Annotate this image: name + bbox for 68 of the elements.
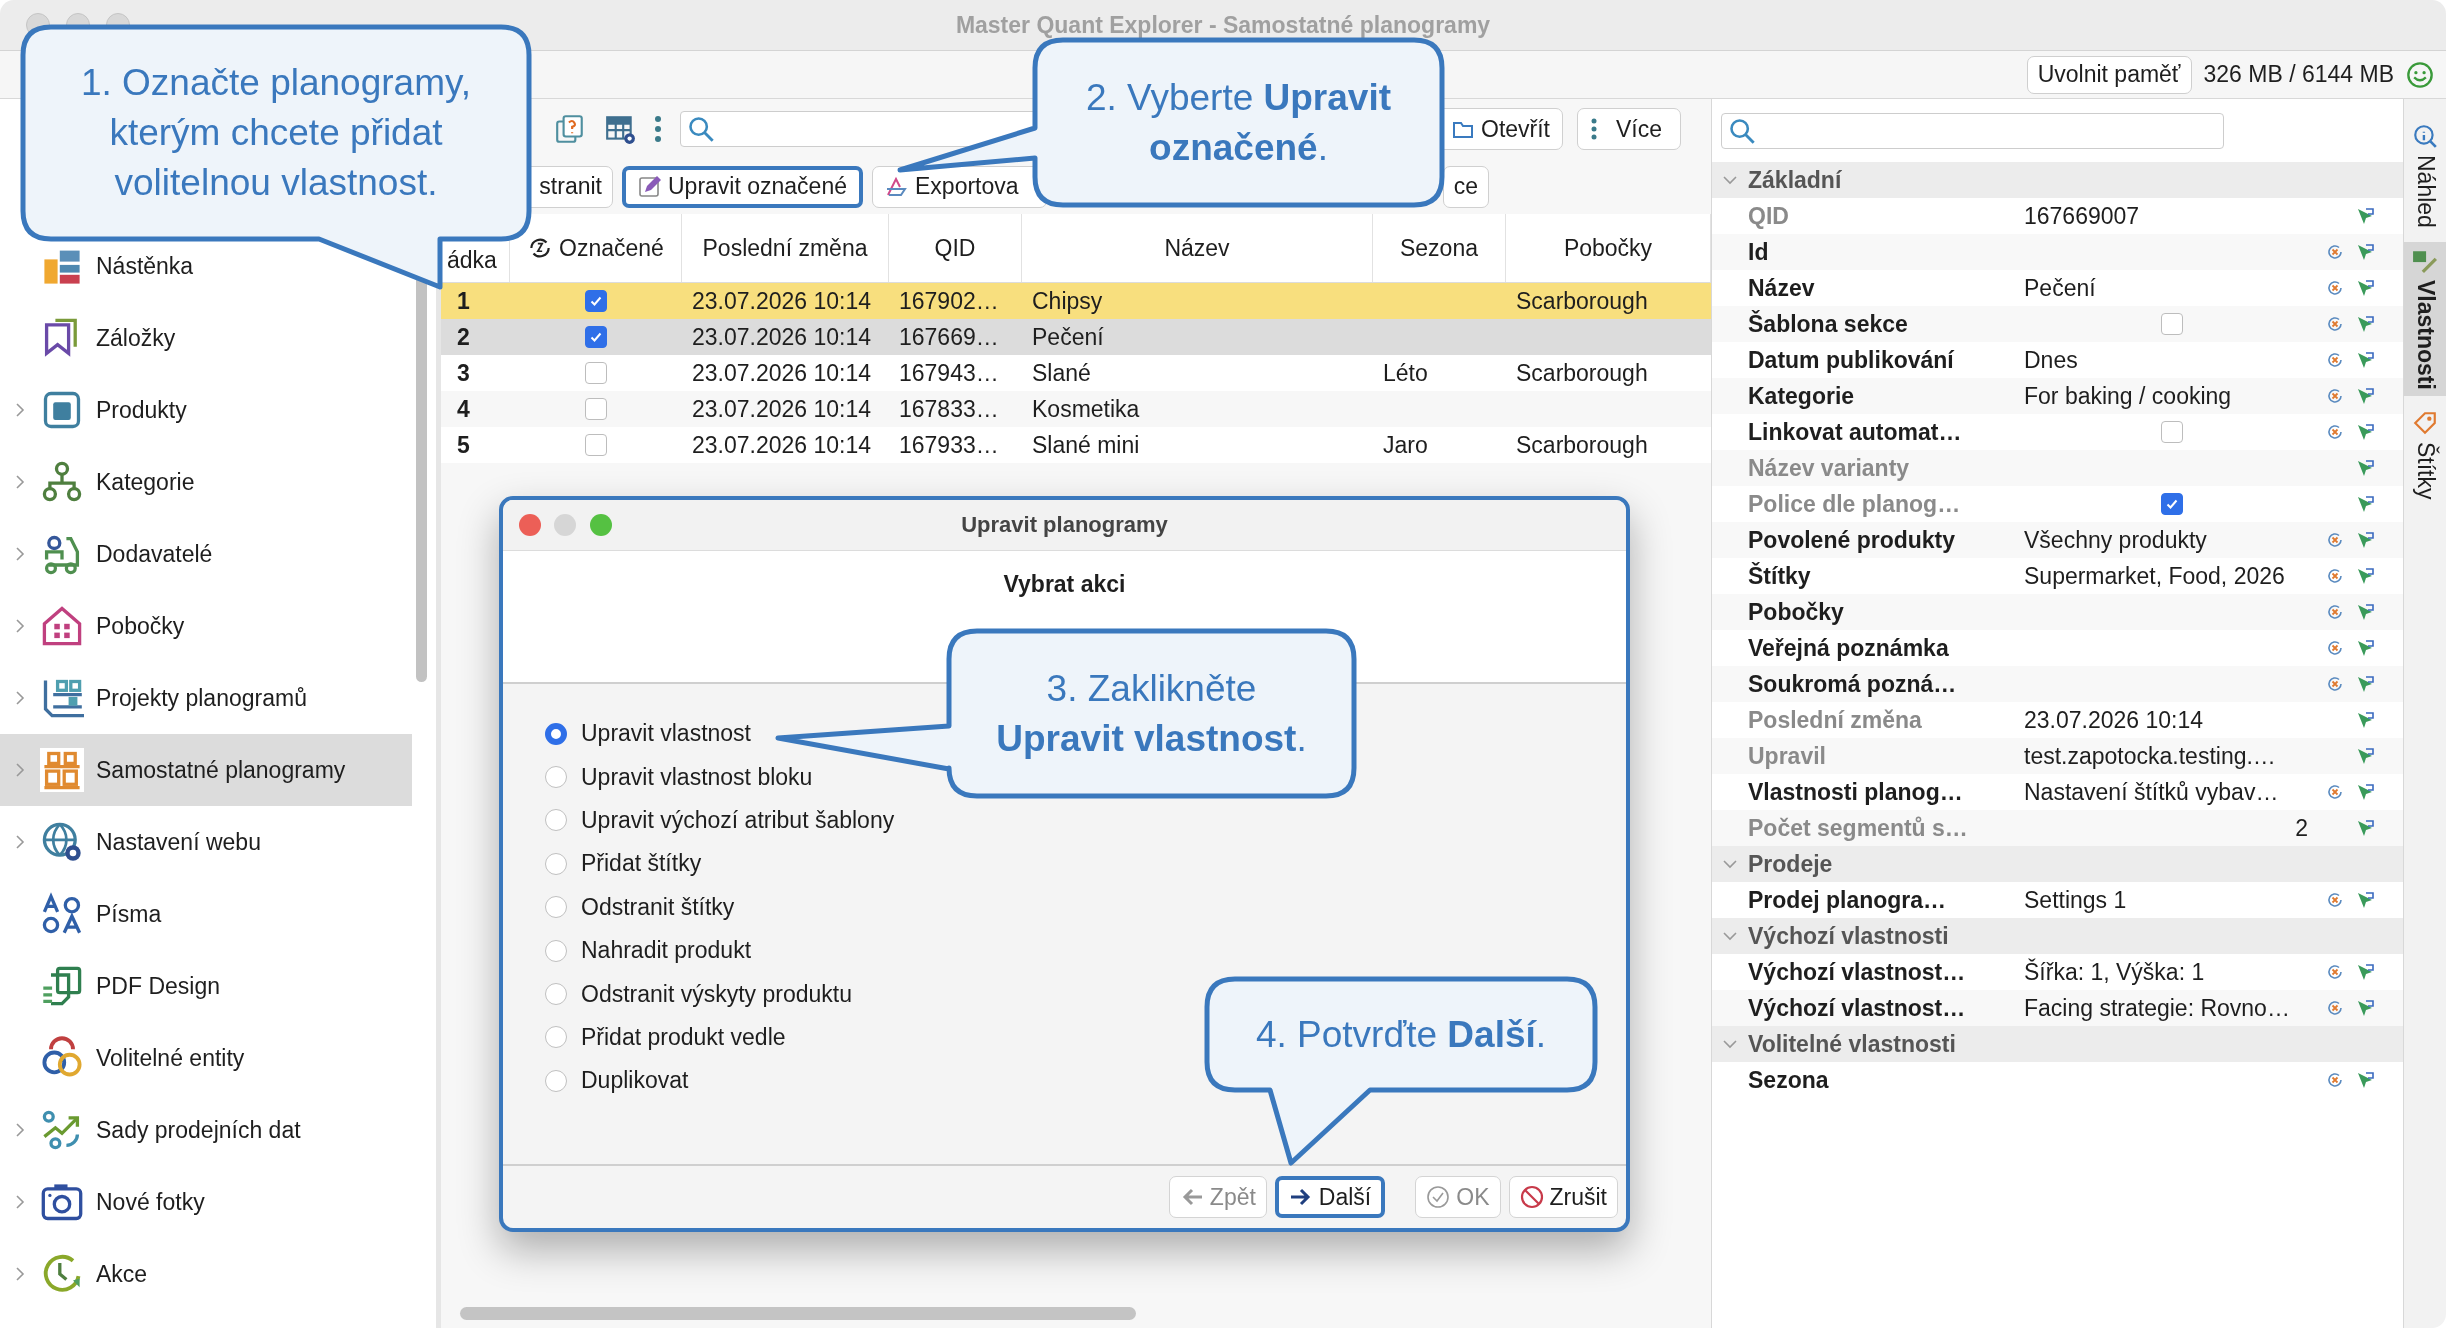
property-label: Výchozí vlastnost…: [1748, 958, 1967, 986]
property-label: Výchozí vlastnost…: [1748, 994, 1967, 1022]
property-label: Název: [1748, 274, 1816, 302]
callout-text: 1. Označte planogramy, kterým chcete přidat volitelnou vlastnost.: [79, 61, 473, 205]
table-cell: Slané mini: [1032, 431, 1140, 459]
table-cell: Léto: [1383, 359, 1428, 387]
dialog-heading: Vybrat akci: [1003, 571, 1126, 599]
row-number: 2: [457, 323, 470, 351]
property-label: Veřejná poznámka: [1748, 634, 1950, 662]
window-title: Master Quant Explorer - Samostatné planogramy: [955, 11, 1491, 39]
table-cell: 167902…: [899, 287, 999, 315]
property-value: For baking / cooking: [2024, 382, 2232, 410]
table-cell: 167943…: [899, 359, 999, 387]
property-label: QID: [1748, 202, 1790, 230]
row-number: 4: [457, 395, 470, 423]
property-label: Linkovat automat…: [1748, 418, 1963, 446]
table-cell: 23.07.2026 10:14: [692, 431, 872, 459]
table-cell: Pečení: [1032, 323, 1104, 351]
property-label: Soukromá pozná…: [1748, 670, 1958, 698]
property-label: Datum publikování: [1748, 346, 1956, 374]
table-cell: 23.07.2026 10:14: [692, 359, 872, 387]
table-cell: 167833…: [899, 395, 999, 423]
callout-text: 3. Zaklikněte Upravit vlastnost.: [995, 666, 1308, 761]
property-value: 23.07.2026 10:14: [2024, 706, 2204, 734]
table-cell: 23.07.2026 10:14: [692, 287, 872, 315]
table-cell: 23.07.2026 10:14: [692, 395, 872, 423]
property-label: Poslední změna: [1748, 706, 1923, 734]
row-number: 1: [457, 287, 470, 315]
property-label: Štítky: [1748, 562, 1812, 590]
property-value: Settings 1: [2024, 886, 2127, 914]
dialog-title: Upravit planogramy: [961, 512, 1168, 538]
property-label: Vlastnosti planog…: [1748, 778, 1964, 806]
property-value: Facing strategie: Rovno…: [2024, 994, 2290, 1022]
property-label: Sezona: [1748, 1066, 1830, 1094]
callout-text: 2. Vyberte Upravit označené.: [1084, 75, 1392, 170]
property-label: Název varianty: [1748, 454, 1911, 482]
table-cell: Scarborough: [1516, 359, 1648, 387]
property-label: Počet segmentů s…: [1748, 814, 1969, 842]
property-value: 2: [2295, 814, 2309, 842]
property-label: Povolené produkty: [1748, 526, 1957, 554]
memory-usage: 326 MB / 6144 MB: [2203, 61, 2394, 88]
property-value: test.zapotocka.testing.…: [2024, 742, 2276, 770]
property-label: Upravil: [1748, 742, 1827, 770]
row-number: 5: [457, 431, 470, 459]
table-cell: Chipsy: [1032, 287, 1103, 315]
table-cell: Jaro: [1383, 431, 1428, 459]
table-cell: 23.07.2026 10:14: [692, 323, 872, 351]
property-label: Id: [1748, 238, 1770, 266]
property-label: Pobočky: [1748, 598, 1845, 626]
property-value: 167669007: [2024, 202, 2140, 230]
table-cell: Scarborough: [1516, 287, 1648, 315]
property-label: Police dle planog…: [1748, 490, 1962, 518]
property-label: Prodej planogra…: [1748, 886, 1948, 914]
property-value: Všechny produkty: [2024, 526, 2207, 554]
property-value: Nastavení štítků vybav…: [2024, 778, 2279, 806]
property-value: Pečení: [2024, 274, 2096, 302]
property-label: Šablona sekce: [1748, 310, 1909, 338]
row-number: 3: [457, 359, 470, 387]
callout-text: 4. Potvrďte Další.: [1255, 1012, 1547, 1057]
property-value: Šířka: 1, Výška: 1: [2024, 958, 2205, 986]
table-cell: Slané: [1032, 359, 1091, 387]
table-cell: Kosmetika: [1032, 395, 1140, 423]
table-cell: Scarborough: [1516, 431, 1648, 459]
property-value: Dnes: [2024, 346, 2078, 374]
property-value: Supermarket, Food, 2026: [2024, 562, 2285, 590]
property-label: Kategorie: [1748, 382, 1856, 410]
table-cell: 167933…: [899, 431, 999, 459]
table-cell: 167669…: [899, 323, 999, 351]
